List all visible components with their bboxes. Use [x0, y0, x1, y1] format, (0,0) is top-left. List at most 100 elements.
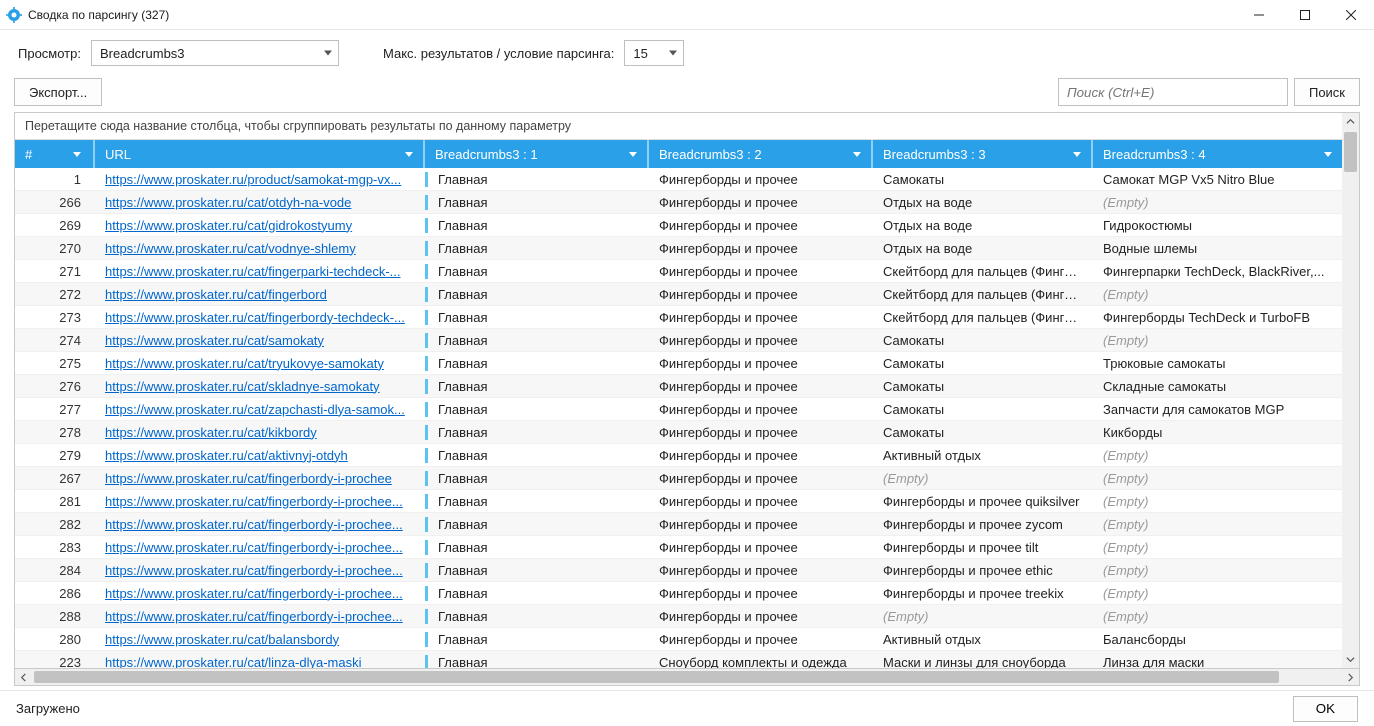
url-link[interactable]: https://www.proskater.ru/cat/aktivnyj-ot…: [105, 448, 348, 463]
url-link[interactable]: https://www.proskater.ru/cat/fingerbordy…: [105, 310, 405, 325]
url-link[interactable]: https://www.proskater.ru/cat/gidrokostyu…: [105, 218, 352, 233]
table-row[interactable]: 272https://www.proskater.ru/cat/fingerbo…: [15, 283, 1342, 306]
table-row[interactable]: 1https://www.proskater.ru/product/samoka…: [15, 168, 1342, 191]
cell-b3: Самокаты: [873, 379, 1093, 394]
scroll-right-arrow[interactable]: [1342, 669, 1359, 685]
view-select[interactable]: Breadcrumbs3: [91, 40, 339, 66]
ok-button[interactable]: OK: [1293, 696, 1358, 722]
url-link[interactable]: https://www.proskater.ru/cat/skladnye-sa…: [105, 379, 380, 394]
url-link[interactable]: https://www.proskater.ru/cat/fingerbordy…: [105, 517, 403, 532]
table-row[interactable]: 284https://www.proskater.ru/cat/fingerbo…: [15, 559, 1342, 582]
cell-number: 288: [15, 609, 95, 624]
column-header-url[interactable]: URL: [95, 140, 425, 168]
table-row[interactable]: 270https://www.proskater.ru/cat/vodnye-s…: [15, 237, 1342, 260]
search-button[interactable]: Поиск: [1294, 78, 1360, 106]
table-row[interactable]: 276https://www.proskater.ru/cat/skladnye…: [15, 375, 1342, 398]
cell-b4: Водные шлемы: [1093, 241, 1342, 256]
scrollbar-thumb[interactable]: [34, 671, 1279, 683]
cell-b3: (Empty): [873, 609, 1093, 624]
table-row[interactable]: 282https://www.proskater.ru/cat/fingerbo…: [15, 513, 1342, 536]
scroll-down-arrow[interactable]: [1342, 651, 1359, 668]
url-link[interactable]: https://www.proskater.ru/cat/kikbordy: [105, 425, 317, 440]
table-row[interactable]: 274https://www.proskater.ru/cat/samokaty…: [15, 329, 1342, 352]
search-input[interactable]: [1058, 78, 1288, 106]
table-row[interactable]: 267 https://www.proskater.ru/cat/fingerbo…: [15, 467, 1342, 490]
scroll-left-arrow[interactable]: [15, 669, 32, 685]
export-button[interactable]: Экспорт...: [14, 78, 102, 106]
table-row[interactable]: 223https://www.proskater.ru/cat/linza-dl…: [15, 651, 1342, 668]
url-link[interactable]: https://www.proskater.ru/cat/fingerbord: [105, 287, 327, 302]
url-link[interactable]: https://www.proskater.ru/cat/fingerbordy…: [105, 609, 403, 624]
url-link[interactable]: https://www.proskater.ru/cat/samokaty: [105, 333, 324, 348]
url-link[interactable]: https://www.proskater.ru/cat/otdyh-na-vo…: [105, 195, 351, 210]
column-header-breadcrumbs-4[interactable]: Breadcrumbs3 : 4: [1093, 140, 1342, 168]
cell-b3: Самокаты: [873, 172, 1093, 187]
cell-b3: Скейтборд для пальцев (Фингербо...: [873, 264, 1093, 279]
view-label: Просмотр:: [18, 46, 81, 61]
table-row[interactable]: 271https://www.proskater.ru/cat/fingerpa…: [15, 260, 1342, 283]
horizontal-scrollbar[interactable]: [14, 669, 1360, 686]
cell-b4: Линза для маски: [1093, 655, 1342, 669]
cell-number: 267: [15, 471, 95, 486]
table-row[interactable]: 286 https://www.proskater.ru/cat/fingerbo…: [15, 582, 1342, 605]
grid-body: 1https://www.proskater.ru/product/samoka…: [15, 168, 1342, 668]
cell-b3: Маски и линзы для сноуборда: [873, 655, 1093, 669]
max-results-value: 15: [633, 46, 647, 61]
table-row[interactable]: 266 https://www.proskater.ru/cat/otdyh-na…: [15, 191, 1342, 214]
cell-breadcrumbs-2: Фингерборды и прочее: [649, 241, 873, 256]
cell-b3: Отдых на воде: [873, 195, 1093, 210]
url-link[interactable]: https://www.proskater.ru/cat/fingerbordy…: [105, 563, 403, 578]
column-header-breadcrumbs-1[interactable]: Breadcrumbs3 : 1: [425, 140, 649, 168]
url-link[interactable]: https://www.proskater.ru/cat/vodnye-shle…: [105, 241, 356, 256]
cell-url: https://www.proskater.ru/cat/skladnye-sa…: [95, 379, 425, 394]
cell-breadcrumbs-2: Фингерборды и прочее: [649, 494, 873, 509]
url-link[interactable]: https://www.proskater.ru/cat/fingerbordy…: [105, 540, 403, 555]
url-link[interactable]: https://www.proskater.ru/cat/fingerbordy…: [105, 494, 403, 509]
group-by-hint[interactable]: Перетащите сюда название столбца, чтобы …: [15, 113, 1342, 140]
column-header-breadcrumbs-3[interactable]: Breadcrumbs3 : 3: [873, 140, 1093, 168]
cell-breadcrumbs-2: Фингерборды и прочее: [649, 540, 873, 555]
table-row[interactable]: 273https://www.proskater.ru/cat/fingerbo…: [15, 306, 1342, 329]
scroll-up-arrow[interactable]: [1342, 113, 1359, 130]
maximize-button[interactable]: [1282, 0, 1328, 30]
url-link[interactable]: https://www.proskater.ru/cat/linza-dlya-…: [105, 655, 361, 669]
cell-breadcrumbs-1: Главная: [425, 448, 649, 463]
cell-number: 286: [15, 586, 95, 601]
window-title: Сводка по парсингу (327): [28, 8, 169, 22]
url-link[interactable]: https://www.proskater.ru/cat/fingerbordy…: [105, 471, 392, 486]
column-header-breadcrumbs-2[interactable]: Breadcrumbs3 : 2: [649, 140, 873, 168]
minimize-button[interactable]: [1236, 0, 1282, 30]
cell-b4: Кикборды: [1093, 425, 1342, 440]
cell-breadcrumbs-1: Главная: [425, 425, 649, 440]
table-row[interactable]: 283 https://www.proskater.ru/cat/fingerbo…: [15, 536, 1342, 559]
table-row[interactable]: 279https://www.proskater.ru/cat/aktivnyj…: [15, 444, 1342, 467]
vertical-scrollbar[interactable]: [1342, 113, 1359, 668]
table-row[interactable]: 278https://www.proskater.ru/cat/kikbordy…: [15, 421, 1342, 444]
cell-b3: Активный отдых: [873, 632, 1093, 647]
url-link[interactable]: https://www.proskater.ru/cat/fingerbordy…: [105, 586, 403, 601]
scrollbar-thumb[interactable]: [1344, 132, 1357, 172]
max-results-select[interactable]: 15: [624, 40, 684, 66]
cell-breadcrumbs-2: Фингерборды и прочее: [649, 517, 873, 532]
table-row[interactable]: 277https://www.proskater.ru/cat/zapchast…: [15, 398, 1342, 421]
table-row[interactable]: 281https://www.proskater.ru/cat/fingerbo…: [15, 490, 1342, 513]
cell-url: https://www.proskater.ru/product/samokat…: [95, 172, 425, 187]
cell-number: 283: [15, 540, 95, 555]
cell-breadcrumbs-1: Главная: [425, 540, 649, 555]
table-row[interactable]: 280https://www.proskater.ru/cat/balansbo…: [15, 628, 1342, 651]
url-link[interactable]: https://www.proskater.ru/cat/zapchasti-d…: [105, 402, 405, 417]
cell-b3: Самокаты: [873, 333, 1093, 348]
url-link[interactable]: https://www.proskater.ru/cat/balansbordy: [105, 632, 339, 647]
titlebar: Сводка по парсингу (327): [0, 0, 1374, 30]
column-header-number[interactable]: #: [15, 140, 95, 168]
cell-breadcrumbs-2: Фингерборды и прочее: [649, 218, 873, 233]
table-row[interactable]: 288 https://www.proskater.ru/cat/fingerbo…: [15, 605, 1342, 628]
url-link[interactable]: https://www.proskater.ru/product/samokat…: [105, 172, 401, 187]
url-link[interactable]: https://www.proskater.ru/cat/fingerparki…: [105, 264, 401, 279]
table-row[interactable]: 269https://www.proskater.ru/cat/gidrokos…: [15, 214, 1342, 237]
cell-number: 275: [15, 356, 95, 371]
table-row[interactable]: 275 https://www.proskater.ru/cat/tryukovy…: [15, 352, 1342, 375]
cell-number: 266: [15, 195, 95, 210]
close-button[interactable]: [1328, 0, 1374, 30]
url-link[interactable]: https://www.proskater.ru/cat/tryukovye-s…: [105, 356, 384, 371]
